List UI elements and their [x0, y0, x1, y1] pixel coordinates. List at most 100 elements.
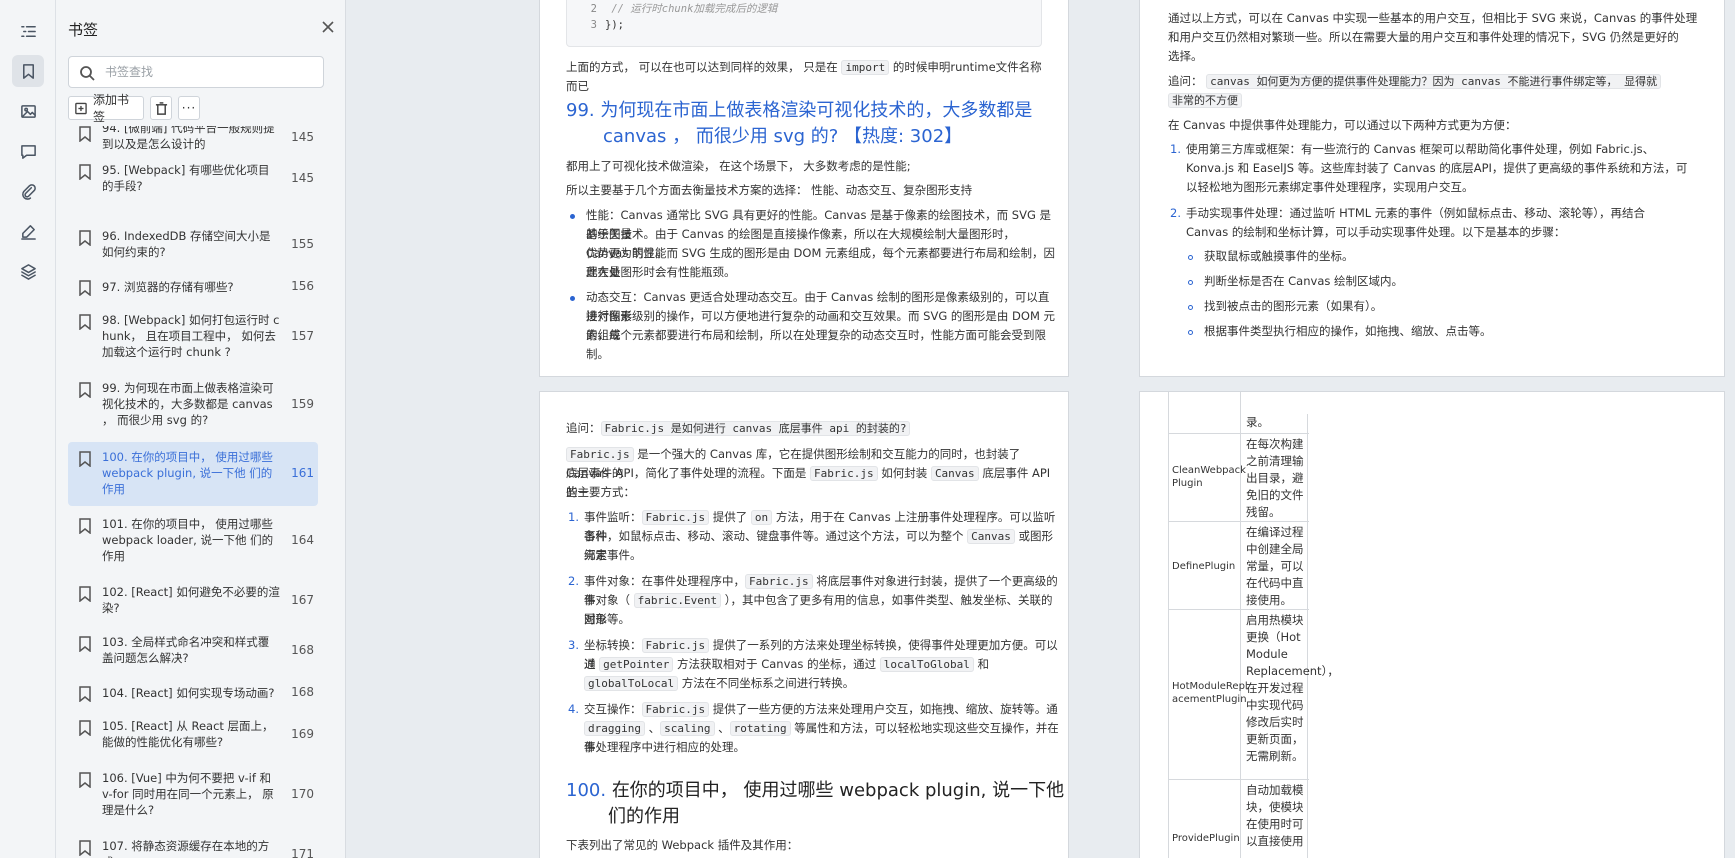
paragraph: 追问： canvas 如何更为方便的提供事件处理能力？因为 canvas 不能进…	[1168, 72, 1718, 91]
bookmark-label: 107. 将静态资源缓存在本地的方式	[102, 839, 270, 858]
bookmark-item[interactable]: 97. 浏览器的存储有哪些? 156	[68, 278, 318, 302]
bookmark-page: 169	[291, 727, 314, 741]
bookmark-item[interactable]: 98. [Webpack] 如何打包运行时 chunk， 且在项目工程中， 如何…	[68, 312, 318, 364]
bookmark-label: 99. 为何现在市面上做表格渲染可视化技术的，大多数都是 canvas ， 而很…	[102, 381, 274, 427]
table-row: ProvidePlugin 自动加载模块，使模块在使用时可以直接使用	[1169, 780, 1309, 858]
signature-icon[interactable]	[12, 215, 44, 247]
pdf-page: 通过以上方式，可以在 Canvas 中实现一些基本的用户交互，但相比于 SVG …	[1140, 0, 1724, 376]
table-row: DefinePlugin 在编译过程中创建全局常量，可以在代码中直接使用。	[1169, 522, 1309, 610]
table-cell: 启用热模块更换（Hot Module Replacement），在开发过程中实现…	[1242, 610, 1339, 780]
add-bookmark-button[interactable]: 添加书签	[68, 93, 144, 124]
bookmark-item-active[interactable]: 100. 在你的项目中， 使用过哪些 webpack plugin, 说一下他 …	[68, 442, 318, 506]
bookmark-item[interactable]: 103. 全局样式命名冲突和样式覆盖问题怎么解决? 168	[68, 634, 318, 674]
bookmark-icon	[78, 451, 92, 468]
bookmark-icon[interactable]	[12, 55, 44, 87]
bookmark-icon	[78, 126, 92, 143]
bookmark-label: 98. [Webpack] 如何打包运行时 chunk， 且在项目工程中， 如何…	[102, 313, 280, 359]
paragraph: 追问： Fabric.js 是如何进行 canvas 底层事件 api 的封装的?	[566, 419, 1056, 438]
sub-bullet	[1188, 280, 1193, 285]
bookmark-item[interactable]: 106. [Vue] 中为何不要把 v-if 和 v-for 同时用在同一个元素…	[68, 770, 318, 822]
table-cell: HotModuleRepl acementPlugin	[1169, 610, 1248, 780]
bookmark-icon	[78, 230, 92, 247]
bullet-text: 的，每个元素都要进行布局和绘制，所以在处理复杂的动态交互时，性能方面可能会受到限…	[586, 328, 1046, 361]
bookmark-page: 157	[291, 329, 314, 343]
search-input[interactable]	[105, 62, 315, 82]
comment-icon[interactable]	[12, 135, 44, 167]
list-text: 绑定事件。	[584, 548, 642, 562]
paragraph: 下表列出了常见的 Webpack 插件及其作用：	[566, 838, 799, 852]
outline-icon[interactable]	[12, 15, 44, 47]
bookmark-search[interactable]	[68, 56, 324, 88]
close-icon[interactable]	[320, 19, 336, 35]
table-row: 录。	[1169, 392, 1309, 434]
more-icon: ···	[181, 101, 197, 115]
table-cell	[1169, 392, 1241, 434]
attachment-icon[interactable]	[12, 175, 44, 207]
bookmark-item[interactable]: 95. [Webpack] 有哪些优化项目的手段? 145	[68, 162, 318, 202]
bookmark-list: 94. [微前端] 代码平台一般规则提到以及是怎么设计的 145 95. [We…	[68, 126, 330, 858]
paragraph: 些主要方式：	[566, 485, 635, 499]
bookmark-item[interactable]: 96. IndexedDB 存储空间大小是如何约束的? 155	[68, 228, 318, 268]
bookmark-item[interactable]: 105. [React] 从 React 层面上， 能做的性能优化有哪些? 16…	[68, 718, 318, 758]
bookmark-item[interactable]: 101. 在你的项目中， 使用过哪些 webpack loader, 说一下他 …	[68, 516, 318, 568]
bookmark-page: 145	[291, 130, 314, 144]
layers-icon[interactable]	[12, 255, 44, 287]
list-number: 1.	[1170, 142, 1181, 156]
bookmark-item[interactable]: 107. 将静态资源缓存在本地的方式 171	[68, 838, 318, 858]
table-cell: 在编译过程中创建全局常量，可以在代码中直接使用。	[1242, 522, 1308, 610]
bookmark-item[interactable]: 104. [React] 如何实现专场动画? 168	[68, 684, 318, 708]
bullet-text: 理大量图形时会有性能瓶颈。	[586, 265, 736, 279]
list-text: 件处理程序中进行相应的处理。	[584, 740, 745, 754]
trash-icon	[155, 101, 167, 115]
add-bookmark-icon	[75, 102, 87, 114]
bookmark-page: 168	[291, 685, 314, 699]
bookmark-label: 100. 在你的项目中， 使用过哪些 webpack plugin, 说一下他 …	[102, 450, 273, 496]
code-block: 2 // 运行时chunk加载完成后的逻辑 3});	[566, 0, 1042, 47]
list-text: 使用第三方库或框架：有一些流行的 Canvas 框架可以帮助简化事件处理，例如 …	[1186, 142, 1655, 156]
bookmark-item[interactable]: 94. [微前端] 代码平台一般规则提到以及是怎么设计的 145	[68, 126, 318, 156]
search-icon	[80, 66, 95, 81]
list-number: 3.	[568, 638, 579, 652]
bookmark-page: 167	[291, 593, 314, 607]
table-cell: 在每次构建之前清理输出目录，避免旧的文件残留。	[1242, 434, 1308, 522]
bookmark-page: 145	[291, 171, 314, 185]
table-cell: 录。	[1242, 414, 1308, 434]
bookmark-item[interactable]: 102. [React] 如何避免不必要的渲染? 167	[68, 584, 318, 624]
plugin-table: 录。 CleanWebpack Plugin 在每次构建之前清理输出目录，避免旧…	[1168, 392, 1339, 858]
bookmark-item[interactable]: 99. 为何现在市面上做表格渲染可视化技术的，大多数都是 canvas ， 而很…	[68, 380, 318, 432]
table-row: HotModuleRepl acementPlugin 启用热模块更换（Hot …	[1169, 610, 1339, 780]
add-bookmark-label: 添加书签	[92, 93, 129, 124]
image-icon[interactable]	[12, 95, 44, 127]
bookmark-icon	[78, 382, 92, 399]
sub-list-text: 找到被点击的图形元素（如果有）。	[1204, 299, 1383, 313]
bookmark-icon	[78, 164, 92, 181]
bookmark-label: 106. [Vue] 中为何不要把 v-if 和 v-for 同时用在同一个元素…	[102, 771, 274, 817]
table-row: CleanWebpack Plugin 在每次构建之前清理输出目录，避免旧的文件…	[1169, 434, 1309, 522]
paragraph: 上面的方式， 可以在也可以达到同样的效果， 只是在 import 的时候申明ru…	[566, 60, 1042, 93]
bullet	[570, 296, 575, 301]
bookmark-icon	[78, 772, 92, 789]
paragraph: 通过以上方式，可以在 Canvas 中实现一些基本的用户交互，但相比于 SVG …	[1168, 11, 1698, 25]
paragraph: 所以主要基于几个方面去衡量技术方案的选择： 性能、动态交互、复杂图形支持	[566, 183, 973, 197]
bookmark-label: 102. [React] 如何避免不必要的渲染?	[102, 585, 280, 615]
bookmark-page: 159	[291, 397, 314, 411]
list-text: globalToLocal 方法在不同坐标系之间进行转换。	[584, 674, 1062, 693]
sub-list-text: 判断坐标是否在 Canvas 绘制区域内。	[1204, 274, 1404, 288]
bullet	[570, 214, 575, 219]
sub-bullet	[1188, 305, 1193, 310]
more-button[interactable]: ···	[178, 96, 200, 120]
document-viewer: 2 // 运行时chunk加载完成后的逻辑 3}); 上面的方式， 可以在也可以…	[346, 0, 1735, 858]
bookmark-icon	[78, 518, 92, 535]
panel-title: 书签	[68, 21, 99, 39]
delete-bookmark-button[interactable]	[150, 96, 172, 120]
bookmark-label: 95. [Webpack] 有哪些优化项目的手段?	[102, 163, 270, 193]
bookmark-icon	[78, 720, 92, 737]
code-line: 2 // 运行时chunk加载完成后的逻辑	[590, 3, 778, 15]
bookmark-label: 97. 浏览器的存储有哪些?	[102, 280, 234, 294]
bookmark-label: 105. [React] 从 React 层面上， 能做的性能优化有哪些?	[102, 719, 274, 749]
table-cell: 自动加载模块，使模块在使用时可以直接使用	[1242, 780, 1308, 858]
bookmark-icon	[78, 636, 92, 653]
bookmark-toolbar: 添加书签 ···	[68, 93, 200, 124]
bookmark-label: 103. 全局样式命名冲突和样式覆盖问题怎么解决?	[102, 635, 270, 665]
bookmark-icon	[78, 586, 92, 603]
